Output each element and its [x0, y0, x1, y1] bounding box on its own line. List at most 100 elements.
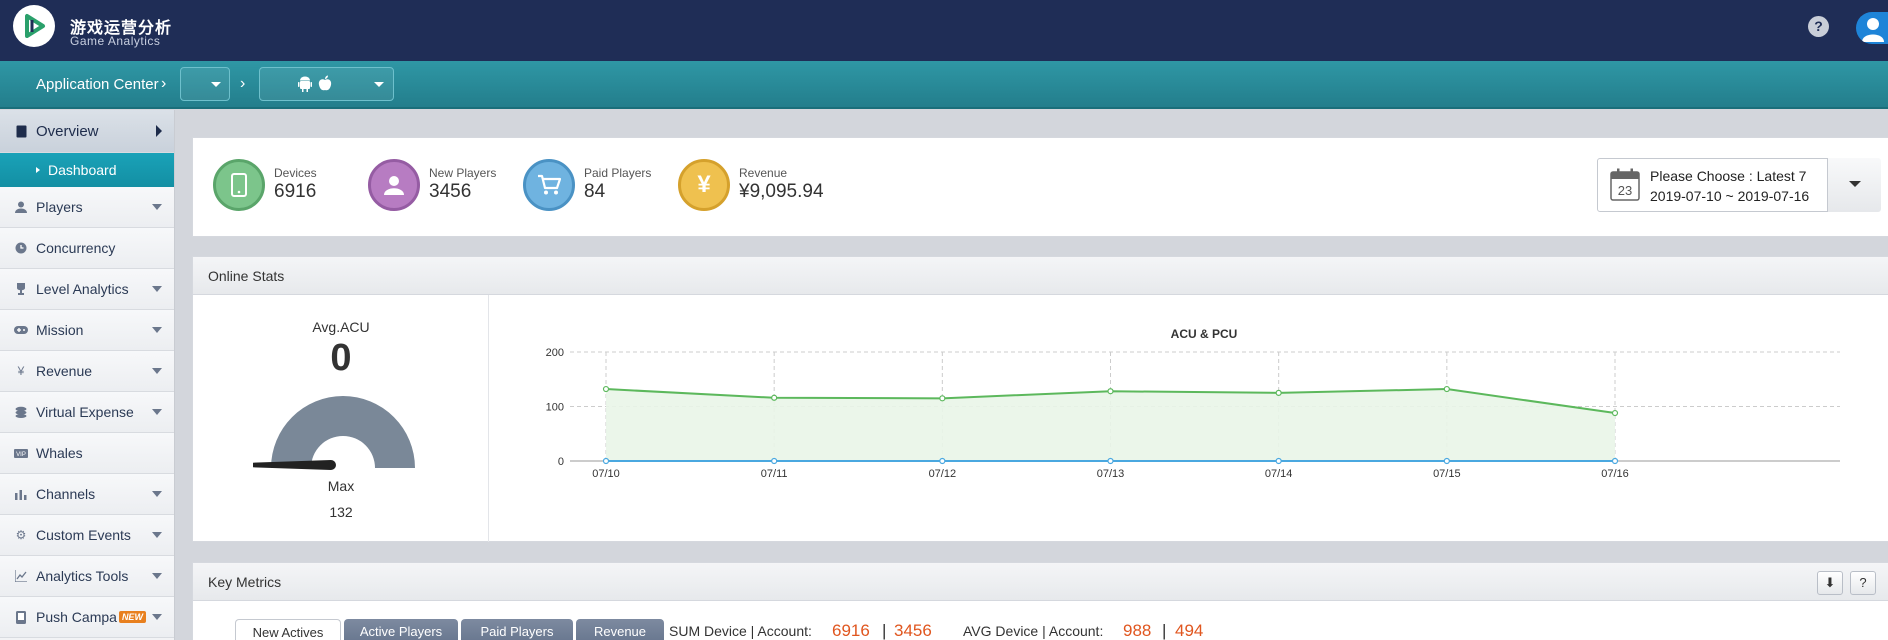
app-logo-icon[interactable]	[13, 5, 55, 47]
summary-stats-card: Devices 6916 New Players 3456 Paid Playe…	[192, 137, 1888, 237]
data-point[interactable]	[939, 457, 946, 465]
data-point[interactable]	[771, 394, 778, 401]
app-select-dropdown[interactable]	[180, 67, 230, 101]
sidebar-item-custom-events[interactable]: ⚙ Custom Events	[0, 515, 174, 556]
breadcrumb-separator-icon: ›	[161, 75, 167, 92]
x-tick-label: 07/12	[929, 468, 957, 480]
sidebar-item-label: Push Campa	[36, 609, 117, 625]
sum-device-value: 6916	[832, 621, 870, 640]
data-point[interactable]	[939, 395, 946, 402]
sidebar-item-level-analytics[interactable]: Level Analytics	[0, 269, 174, 310]
gauge-needle	[253, 460, 336, 470]
yen-icon: ¥	[678, 159, 730, 211]
calendar-icon: 23	[1610, 168, 1640, 201]
apple-icon	[318, 75, 332, 91]
acu-gauge: Avg.ACU 0 Max 132	[193, 295, 489, 542]
stat-label: New Players	[429, 166, 497, 180]
stat-value: 84	[584, 181, 606, 202]
x-tick-label: 07/10	[592, 468, 620, 480]
y-tick-label: 0	[558, 456, 564, 468]
download-icon[interactable]: ⬇	[1817, 571, 1843, 595]
tab-revenue[interactable]: Revenue	[576, 619, 664, 640]
stat-label: Paid Players	[584, 166, 652, 180]
data-point[interactable]	[771, 457, 778, 465]
acu-pcu-chart: ACU & PCU 0 100 200 07/10 07/11 07/12 07/13 07/…	[546, 327, 1840, 480]
avg-label: AVG Device | Account:	[963, 623, 1104, 639]
help-icon[interactable]: ?	[1850, 571, 1876, 595]
coins-icon	[14, 405, 28, 419]
sidebar-item-analytics-tools[interactable]: Analytics Tools	[0, 556, 174, 597]
data-point[interactable]	[602, 457, 610, 465]
tab-new-actives[interactable]: New Actives	[235, 619, 341, 640]
new-badge: NEW	[118, 611, 146, 623]
date-range-label: Please Choose : Latest 7	[1650, 168, 1807, 184]
person-icon	[14, 200, 28, 214]
sidebar-item-revenue[interactable]: ¥ Revenue	[0, 351, 174, 392]
sidebar-item-label: Players	[36, 199, 83, 215]
cart-icon	[523, 159, 575, 211]
divider: |	[882, 621, 887, 640]
data-point[interactable]	[602, 385, 610, 393]
sidebar-item-label: Dashboard	[48, 162, 117, 178]
sidebar-item-channels[interactable]: Channels	[0, 474, 174, 515]
chart-series	[602, 385, 1619, 465]
chart-title: ACU & PCU	[1171, 327, 1238, 341]
sidebar-item-virtual-expense[interactable]: Virtual Expense	[0, 392, 174, 433]
chevron-down-icon	[152, 204, 162, 210]
data-point[interactable]	[1275, 457, 1282, 465]
top-bar: 游戏运营分析 Game Analytics ?	[0, 0, 1888, 61]
series-area	[606, 389, 1615, 461]
chevron-down-icon	[152, 286, 162, 292]
tab-paid-players[interactable]: Paid Players	[461, 619, 573, 640]
bar-chart-icon	[14, 487, 28, 501]
data-point[interactable]	[1443, 385, 1450, 393]
gauge-dial	[253, 396, 415, 470]
data-point[interactable]	[1275, 389, 1282, 396]
sum-label: SUM Device | Account:	[669, 623, 812, 639]
data-point[interactable]	[1443, 457, 1450, 465]
chevron-down-icon	[152, 327, 162, 333]
sidebar-item-whales[interactable]: VIP Whales	[0, 433, 174, 474]
stat-value: 3456	[429, 181, 472, 202]
panel-header: Key Metrics ⬇ ?	[193, 563, 1888, 601]
chevron-down-icon	[152, 368, 162, 374]
user-avatar-icon[interactable]	[1856, 12, 1888, 44]
data-point[interactable]	[1611, 409, 1619, 417]
clock-icon	[14, 241, 28, 255]
x-tick-label: 07/15	[1433, 468, 1461, 480]
gauge-title: Avg.ACU	[312, 319, 370, 335]
sidebar-item-dashboard[interactable]: Dashboard	[0, 153, 174, 187]
panel-title: Key Metrics	[208, 574, 282, 590]
gauge-max-label: Max	[327, 478, 355, 494]
data-point[interactable]	[1107, 457, 1114, 465]
sidebar-item-overview[interactable]: Overview	[0, 110, 174, 153]
line-chart-icon	[14, 569, 28, 583]
sidebar-item-players[interactable]: Players	[0, 187, 174, 228]
key-metrics-panel: Key Metrics ⬇ ? New Actives Active Playe…	[192, 562, 1888, 640]
vip-icon: VIP	[14, 446, 28, 460]
platform-select-dropdown[interactable]	[259, 67, 394, 101]
divider: |	[1162, 621, 1167, 640]
sidebar-item-label: Mission	[36, 322, 84, 338]
data-point[interactable]	[1107, 388, 1114, 395]
yen-icon: ¥	[17, 364, 25, 378]
application-center-link[interactable]: Application Center	[36, 76, 159, 93]
data-point[interactable]	[1611, 457, 1619, 465]
date-range-picker[interactable]: 23 Please Choose : Latest 7 2019-07-10 ~…	[1597, 158, 1881, 212]
sidebar-item-label: Channels	[36, 486, 96, 502]
sidebar-item-label: Revenue	[36, 363, 93, 379]
sidebar-item-label: Virtual Expense	[36, 404, 134, 420]
sidebar-item-mission[interactable]: Mission	[0, 310, 174, 351]
stat-label: Devices	[274, 166, 317, 180]
chevron-right-icon	[156, 125, 162, 137]
chevron-down-icon	[211, 82, 221, 87]
sum-account-value: 3456	[894, 621, 932, 640]
x-tick-label: 07/13	[1097, 468, 1125, 480]
tab-active-players[interactable]: Active Players	[344, 619, 458, 640]
sidebar-item-push-campaign[interactable]: Push Campa NEW	[0, 597, 174, 638]
phone-icon	[14, 610, 28, 624]
date-range-dropdown-button[interactable]	[1827, 158, 1881, 212]
help-icon[interactable]: ?	[1808, 16, 1829, 37]
sidebar-item-concurrency[interactable]: Concurrency	[0, 228, 174, 269]
sidebar-item-label: Custom Events	[36, 527, 131, 543]
